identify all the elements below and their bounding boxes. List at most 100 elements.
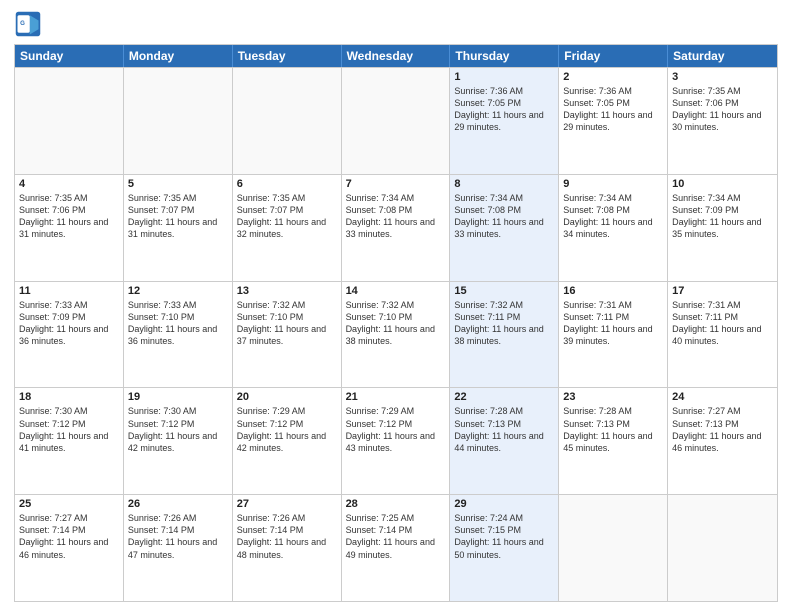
cal-cell: 28 Sunrise: 7:25 AM Sunset: 7:14 PM Dayli…	[342, 495, 451, 601]
cal-cell: 3 Sunrise: 7:35 AM Sunset: 7:06 PM Daylig…	[668, 68, 777, 174]
day-info: Sunrise: 7:32 AM Sunset: 7:10 PM Dayligh…	[346, 299, 446, 348]
day-number: 19	[128, 391, 228, 403]
day-number: 16	[563, 285, 663, 297]
day-info: Sunrise: 7:28 AM Sunset: 7:13 PM Dayligh…	[454, 405, 554, 454]
page: G SundayMondayTuesdayWednesdayThursdayFr…	[0, 0, 792, 612]
day-info: Sunrise: 7:35 AM Sunset: 7:07 PM Dayligh…	[237, 192, 337, 241]
cal-cell: 14Sunrise: 7:32 AM Sunset: 7:10 PM Dayli…	[342, 282, 451, 388]
day-info: Sunrise: 7:30 AM Sunset: 7:12 PM Dayligh…	[19, 405, 119, 454]
cal-row: 18 Sunrise: 7:30 AM Sunset: 7:12 PM Dayli…	[15, 387, 777, 494]
day-number: 3	[672, 71, 773, 83]
cal-cell	[559, 495, 668, 601]
day-number: 4	[19, 178, 119, 190]
day-number: 2	[563, 71, 663, 83]
cal-cell: 21 Sunrise: 7:29 AM Sunset: 7:12 PM Dayli…	[342, 388, 451, 494]
day-info: Sunrise: 7:24 AM Sunset: 7:15 PM Dayligh…	[454, 512, 554, 561]
day-info: Sunrise: 7:34 AM Sunset: 7:08 PM Dayligh…	[346, 192, 446, 241]
day-info: Sunrise: 7:28 AM Sunset: 7:13 PM Dayligh…	[563, 405, 663, 454]
day-info: Sunrise: 7:27 AM Sunset: 7:13 PM Dayligh…	[672, 405, 773, 454]
cal-header-cell: Thursday	[450, 45, 559, 67]
cal-cell: 13Sunrise: 7:32 AM Sunset: 7:10 PM Dayli…	[233, 282, 342, 388]
day-info: Sunrise: 7:32 AM Sunset: 7:11 PM Dayligh…	[454, 299, 554, 348]
cal-cell: 17 Sunrise: 7:31 AM Sunset: 7:11 PM Dayli…	[668, 282, 777, 388]
day-info: Sunrise: 7:35 AM Sunset: 7:06 PM Dayligh…	[672, 85, 773, 134]
day-number: 28	[346, 498, 446, 510]
cal-row: 1 Sunrise: 7:36 AM Sunset: 7:05 PM Daylig…	[15, 67, 777, 174]
day-info: Sunrise: 7:33 AM Sunset: 7:10 PM Dayligh…	[128, 299, 228, 348]
day-info: Sunrise: 7:33 AM Sunset: 7:09 PM Dayligh…	[19, 299, 119, 348]
cal-cell: 19 Sunrise: 7:30 AM Sunset: 7:12 PM Dayli…	[124, 388, 233, 494]
cal-cell: 29 Sunrise: 7:24 AM Sunset: 7:15 PM Dayli…	[450, 495, 559, 601]
day-info: Sunrise: 7:36 AM Sunset: 7:05 PM Dayligh…	[454, 85, 554, 134]
day-number: 24	[672, 391, 773, 403]
cal-cell: 1 Sunrise: 7:36 AM Sunset: 7:05 PM Daylig…	[450, 68, 559, 174]
cal-cell: 12 Sunrise: 7:33 AM Sunset: 7:10 PM Dayli…	[124, 282, 233, 388]
day-number: 1	[454, 71, 554, 83]
day-number: 22	[454, 391, 554, 403]
calendar-body: 1 Sunrise: 7:36 AM Sunset: 7:05 PM Daylig…	[15, 67, 777, 601]
cal-header-cell: Tuesday	[233, 45, 342, 67]
cal-header-cell: Saturday	[668, 45, 777, 67]
day-number: 26	[128, 498, 228, 510]
day-info: Sunrise: 7:31 AM Sunset: 7:11 PM Dayligh…	[563, 299, 663, 348]
cal-row: 25Sunrise: 7:27 AM Sunset: 7:14 PM Dayli…	[15, 494, 777, 601]
cal-cell	[342, 68, 451, 174]
cal-cell: 4 Sunrise: 7:35 AM Sunset: 7:06 PM Daylig…	[15, 175, 124, 281]
cal-cell: 22 Sunrise: 7:28 AM Sunset: 7:13 PM Dayli…	[450, 388, 559, 494]
cal-cell: 27Sunrise: 7:26 AM Sunset: 7:14 PM Dayli…	[233, 495, 342, 601]
day-number: 29	[454, 498, 554, 510]
cal-cell: 8Sunrise: 7:34 AM Sunset: 7:08 PM Daylig…	[450, 175, 559, 281]
day-number: 20	[237, 391, 337, 403]
day-number: 9	[563, 178, 663, 190]
day-info: Sunrise: 7:29 AM Sunset: 7:12 PM Dayligh…	[237, 405, 337, 454]
cal-cell: 25Sunrise: 7:27 AM Sunset: 7:14 PM Dayli…	[15, 495, 124, 601]
cal-header-cell: Friday	[559, 45, 668, 67]
day-number: 7	[346, 178, 446, 190]
day-number: 8	[454, 178, 554, 190]
logo: G	[14, 10, 46, 38]
day-number: 13	[237, 285, 337, 297]
day-info: Sunrise: 7:34 AM Sunset: 7:08 PM Dayligh…	[563, 192, 663, 241]
logo-icon: G	[14, 10, 42, 38]
day-info: Sunrise: 7:25 AM Sunset: 7:14 PM Dayligh…	[346, 512, 446, 561]
day-number: 17	[672, 285, 773, 297]
cal-cell: 9 Sunrise: 7:34 AM Sunset: 7:08 PM Daylig…	[559, 175, 668, 281]
day-number: 21	[346, 391, 446, 403]
day-info: Sunrise: 7:29 AM Sunset: 7:12 PM Dayligh…	[346, 405, 446, 454]
day-info: Sunrise: 7:34 AM Sunset: 7:09 PM Dayligh…	[672, 192, 773, 241]
calendar-header: SundayMondayTuesdayWednesdayThursdayFrid…	[15, 45, 777, 67]
cal-row: 4 Sunrise: 7:35 AM Sunset: 7:06 PM Daylig…	[15, 174, 777, 281]
day-number: 6	[237, 178, 337, 190]
day-number: 18	[19, 391, 119, 403]
day-info: Sunrise: 7:30 AM Sunset: 7:12 PM Dayligh…	[128, 405, 228, 454]
cal-cell: 24 Sunrise: 7:27 AM Sunset: 7:13 PM Dayli…	[668, 388, 777, 494]
cal-cell: 16 Sunrise: 7:31 AM Sunset: 7:11 PM Dayli…	[559, 282, 668, 388]
day-number: 11	[19, 285, 119, 297]
cal-row: 11 Sunrise: 7:33 AM Sunset: 7:09 PM Dayli…	[15, 281, 777, 388]
cal-cell: 23 Sunrise: 7:28 AM Sunset: 7:13 PM Dayli…	[559, 388, 668, 494]
cal-cell	[15, 68, 124, 174]
cal-cell: 7 Sunrise: 7:34 AM Sunset: 7:08 PM Daylig…	[342, 175, 451, 281]
cal-cell	[233, 68, 342, 174]
cal-cell: 2 Sunrise: 7:36 AM Sunset: 7:05 PM Daylig…	[559, 68, 668, 174]
day-number: 23	[563, 391, 663, 403]
day-number: 5	[128, 178, 228, 190]
cal-cell: 10Sunrise: 7:34 AM Sunset: 7:09 PM Dayli…	[668, 175, 777, 281]
header: G	[14, 10, 778, 38]
calendar: SundayMondayTuesdayWednesdayThursdayFrid…	[14, 44, 778, 602]
day-number: 27	[237, 498, 337, 510]
cal-header-cell: Wednesday	[342, 45, 451, 67]
day-info: Sunrise: 7:27 AM Sunset: 7:14 PM Dayligh…	[19, 512, 119, 561]
cal-cell	[668, 495, 777, 601]
cal-cell: 26 Sunrise: 7:26 AM Sunset: 7:14 PM Dayli…	[124, 495, 233, 601]
day-number: 15	[454, 285, 554, 297]
day-info: Sunrise: 7:35 AM Sunset: 7:06 PM Dayligh…	[19, 192, 119, 241]
day-info: Sunrise: 7:36 AM Sunset: 7:05 PM Dayligh…	[563, 85, 663, 134]
day-number: 12	[128, 285, 228, 297]
day-info: Sunrise: 7:35 AM Sunset: 7:07 PM Dayligh…	[128, 192, 228, 241]
cal-cell: 6 Sunrise: 7:35 AM Sunset: 7:07 PM Daylig…	[233, 175, 342, 281]
day-info: Sunrise: 7:26 AM Sunset: 7:14 PM Dayligh…	[128, 512, 228, 561]
cal-cell: 18 Sunrise: 7:30 AM Sunset: 7:12 PM Dayli…	[15, 388, 124, 494]
day-info: Sunrise: 7:31 AM Sunset: 7:11 PM Dayligh…	[672, 299, 773, 348]
svg-text:G: G	[20, 20, 25, 27]
